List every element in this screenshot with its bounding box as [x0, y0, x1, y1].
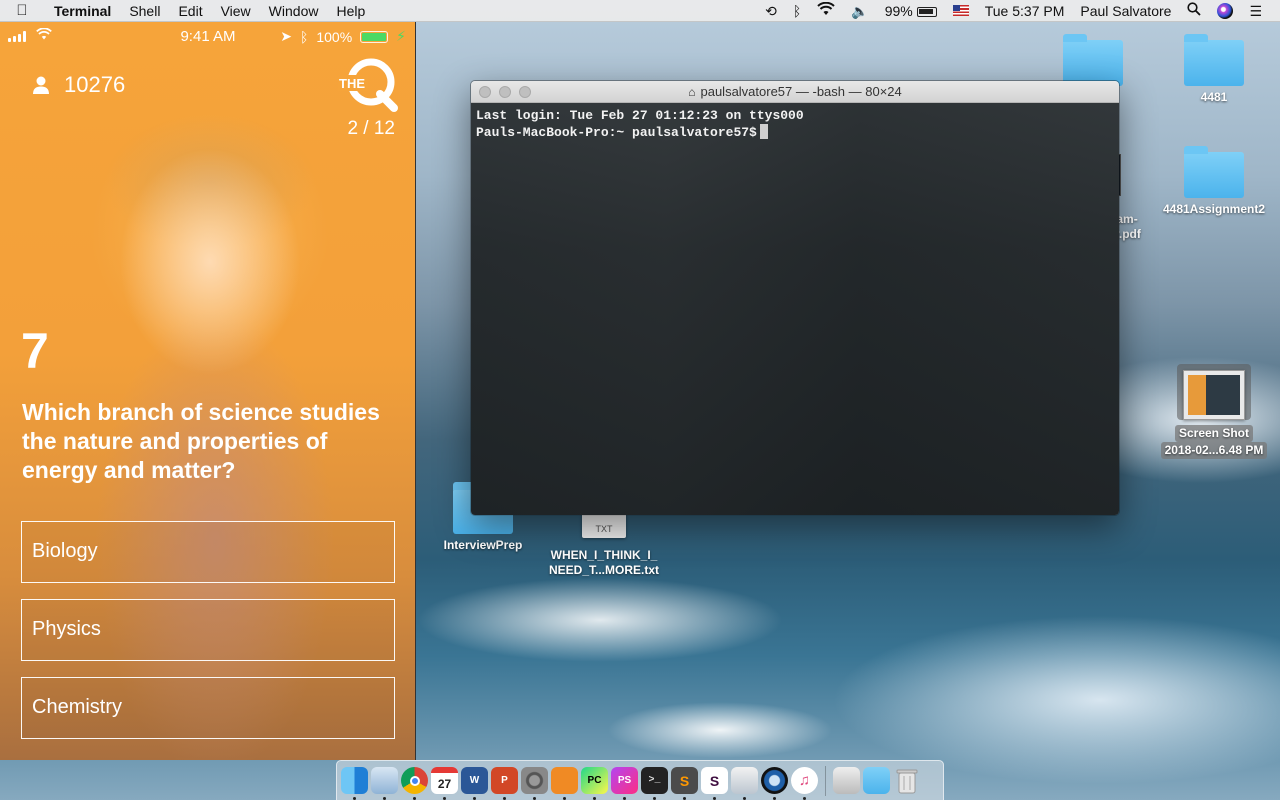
notification-center-icon[interactable]: ☰ [1241, 0, 1270, 22]
input-source-flag-icon[interactable] [952, 5, 969, 16]
trash-icon[interactable] [893, 767, 920, 794]
phone-battery-percent: 100% [316, 28, 353, 45]
answer-option-biology[interactable]: Biology [21, 521, 395, 583]
word-icon[interactable]: W [461, 767, 488, 800]
slack-icon[interactable]: S [701, 767, 728, 800]
phpstorm-icon[interactable]: PS [611, 767, 638, 800]
screenshot-thumbnail-icon [1183, 370, 1245, 420]
terminal-cursor [759, 124, 768, 139]
desktop-folder-4481assignment2[interactable]: 4481Assignment2 [1152, 146, 1276, 217]
charging-bolt-icon: ⚡ [396, 28, 406, 44]
folder-icon [1184, 34, 1244, 86]
desktop-folder-4481[interactable]: 4481 [1178, 34, 1250, 105]
terminal-prompt: Pauls-MacBook-Pro:~ paulsalvatore57$ [476, 125, 757, 140]
hq-logo-icon: THE [338, 58, 398, 112]
itunes-icon[interactable]: ♫ [791, 767, 818, 800]
battery-indicator[interactable]: 99% [877, 0, 945, 22]
quicktime-icon[interactable] [761, 767, 788, 800]
bluetooth-icon[interactable]: ᛒ [785, 0, 809, 22]
player-count-value: 10276 [64, 72, 126, 97]
txt-label-line2: NEED_T...MORE.txt [548, 563, 659, 577]
question-text: Which branch of science studies the natu… [22, 399, 380, 483]
pycharm-icon[interactable]: PC [581, 767, 608, 800]
system-preferences-icon[interactable] [521, 767, 548, 800]
wifi-icon[interactable] [809, 0, 843, 22]
logo-text: THE [339, 76, 365, 91]
volume-icon[interactable]: 🔈 [843, 0, 876, 22]
menu-help[interactable]: Help [327, 0, 374, 22]
menu-bar:  Terminal Shell Edit View Window Help ⟲… [0, 0, 1280, 22]
dock: 27 W P PC PS >_ S S ♫ [336, 760, 944, 800]
calendar-day: 27 [437, 776, 452, 791]
siri-icon[interactable] [1217, 2, 1234, 19]
powerpoint-icon[interactable]: P [491, 767, 518, 800]
spotlight-search-icon[interactable] [1179, 0, 1209, 22]
finder-icon[interactable] [341, 767, 368, 800]
answer-option-physics[interactable]: Physics [21, 599, 395, 661]
location-arrow-icon: ➤ [280, 28, 292, 44]
phone-battery-icon [360, 30, 389, 43]
txt-badge: TXT [595, 524, 613, 534]
folder-stack-icon[interactable] [863, 767, 890, 794]
folder-icon [1184, 146, 1244, 198]
desktop-file-screenshot[interactable]: Screen Shot 2018-02...6.48 PM [1154, 364, 1274, 459]
menu-user-name[interactable]: Paul Salvatore [1072, 0, 1179, 22]
zoom-button[interactable] [519, 86, 531, 98]
desktop-folder-label: 4481 [1200, 90, 1228, 104]
battery-percent: 99% [884, 2, 913, 19]
minimize-button[interactable] [499, 86, 511, 98]
desktop-folder-label: InterviewPrep [443, 538, 523, 552]
preview-icon[interactable] [371, 767, 398, 800]
terminal-window[interactable]: ⌂ paulsalvatore57 — -bash — 80×24 Last lo… [470, 80, 1120, 516]
apple-menu-icon[interactable]:  [0, 2, 44, 19]
home-folder-icon: ⌂ [688, 85, 696, 99]
menu-window[interactable]: Window [260, 0, 328, 22]
menu-clock[interactable]: Tue 5:37 PM [977, 0, 1073, 22]
terminal-last-login: Last login: Tue Feb 27 01:12:23 on ttys0… [476, 108, 804, 123]
menu-shell[interactable]: Shell [120, 0, 169, 22]
iphone-mirror-window: 9:41 AM ➤ ᛒ 100% ⚡ 10276 THE 2 / 12 7 Wh… [0, 22, 416, 760]
sublime-text-icon[interactable]: S [671, 767, 698, 800]
photos-icon[interactable] [731, 767, 758, 800]
txt-label-line1: WHEN_I_THINK_I_ [550, 548, 658, 562]
countdown-timer: 7 [21, 323, 49, 379]
answer-option-chemistry[interactable]: Chemistry [21, 677, 395, 739]
terminal-icon[interactable]: >_ [641, 767, 668, 800]
phone-status-bar: 9:41 AM ➤ ᛒ 100% ⚡ [0, 22, 415, 50]
menu-view[interactable]: View [212, 0, 260, 22]
desktop-folder-label: 4481Assignment2 [1162, 202, 1266, 216]
terminal-title: paulsalvatore57 — -bash — 80×24 [700, 84, 902, 99]
phone-bluetooth-icon: ᛒ [299, 28, 309, 45]
close-button[interactable] [479, 86, 491, 98]
menu-edit[interactable]: Edit [169, 0, 211, 22]
screenshot-label-line2: 2018-02...6.48 PM [1160, 442, 1268, 459]
ibooks-icon[interactable] [551, 767, 578, 800]
question-progress: 2 / 12 [347, 118, 395, 139]
person-icon [33, 76, 49, 94]
terminal-content[interactable]: Last login: Tue Feb 27 01:12:23 on ttys0… [471, 103, 1119, 515]
time-machine-icon[interactable]: ⟲ [757, 0, 785, 22]
battery-icon [916, 6, 937, 17]
terminal-titlebar[interactable]: ⌂ paulsalvatore57 — -bash — 80×24 [471, 81, 1119, 103]
chrome-icon[interactable] [401, 767, 428, 800]
downloads-stack-icon[interactable] [833, 767, 860, 794]
player-count: 10276 [30, 72, 125, 98]
dock-separator [825, 765, 826, 796]
menu-app-name[interactable]: Terminal [44, 0, 120, 22]
calendar-icon[interactable]: 27 [431, 767, 458, 800]
screenshot-label-line1: Screen Shot [1174, 425, 1254, 442]
